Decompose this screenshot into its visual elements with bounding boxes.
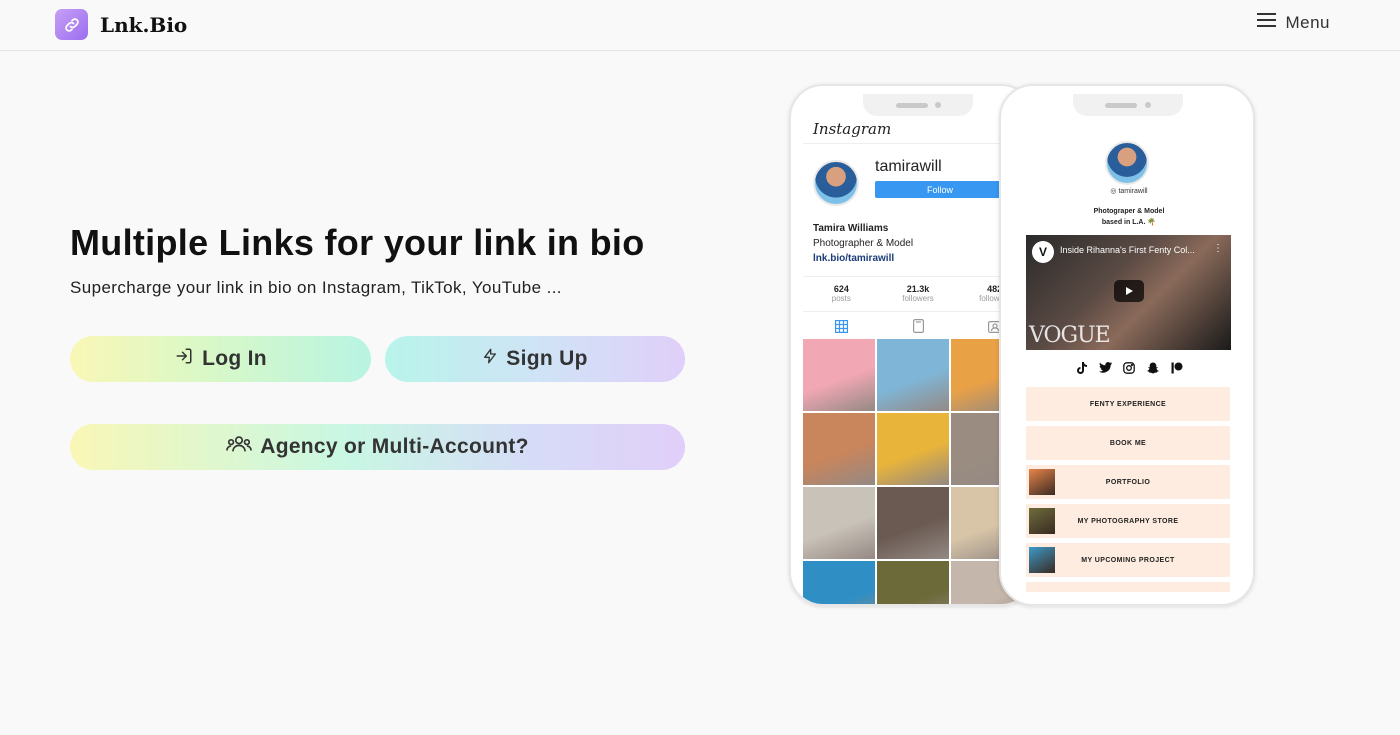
agency-multi-account-button[interactable]: Agency or Multi-Account? (70, 424, 685, 470)
ig-stat-followers: 21.3k followers (902, 284, 934, 303)
login-button[interactable]: Log In (70, 336, 371, 382)
video-embed: V Inside Rihanna's First Fenty Col... ⋮ … (1026, 235, 1231, 350)
phone-notch (863, 94, 973, 116)
menu-button[interactable]: Menu (1257, 12, 1330, 33)
grid-icon (803, 315, 880, 337)
lnkbio-link-button: FENTY EXPERIENCE (1026, 387, 1230, 421)
hero-title: Multiple Links for your link in bio (70, 222, 645, 263)
ig-grid-photo (803, 487, 875, 559)
ig-grid-photo (877, 339, 949, 411)
ig-grid-photo (803, 339, 875, 411)
ig-bio-line: Photographer & Model (813, 238, 914, 249)
link-label: MY UPCOMING PROJECT (1081, 556, 1175, 564)
lightning-bolt-icon (482, 346, 498, 372)
patreon-icon (1170, 360, 1185, 375)
ig-bio: Tamira Williams Photographer & Model lnk… (813, 221, 913, 266)
hamburger-icon (1257, 12, 1277, 33)
brand-name: Lnk.Bio (100, 12, 188, 37)
ig-grid-photo (877, 413, 949, 485)
video-title: Inside Rihanna's First Fenty Col... (1060, 245, 1195, 255)
profile-avatar (813, 160, 859, 206)
users-group-icon (226, 434, 253, 460)
instagram-icon: ◎ (1110, 188, 1117, 195)
tiktok-icon (1074, 360, 1089, 375)
play-icon (1114, 280, 1144, 302)
link-thumbnail (1029, 508, 1055, 534)
instagram-icon (1122, 360, 1137, 375)
snapchat-icon (1146, 360, 1161, 375)
hero-subtitle: Supercharge your link in bio on Instagra… (70, 278, 562, 297)
signup-label: Sign Up (506, 347, 588, 370)
signup-button[interactable]: Sign Up (385, 336, 685, 382)
link-label: PORTFOLIO (1105, 478, 1151, 486)
brand-home-link[interactable]: Lnk.Bio (55, 9, 187, 40)
tv-icon (880, 315, 957, 337)
lnkbio-avatar (1105, 141, 1149, 185)
lnkbio-bio: Photograper & Model based in L.A. 🌴 (1093, 208, 1165, 226)
lnkbio-handle: ◎ tamirawill (1110, 188, 1148, 195)
lnkbio-link-button: BOOK ME (1026, 426, 1230, 460)
ig-name: Tamira Williams (813, 223, 889, 234)
instagram-logo: Instagram (813, 120, 892, 138)
lnkbio-link-button: MY PHOTOGRAPHY STORE (1026, 504, 1230, 538)
lnkbio-link-button: MY UPCOMING PROJECT (1026, 543, 1230, 577)
ig-username: tamirawill (875, 158, 942, 175)
ig-stat-posts: 624 posts (831, 284, 851, 303)
ig-follow-button: Follow (875, 181, 1005, 198)
menu-label: Menu (1285, 12, 1330, 32)
link-label: BOOK ME (1109, 439, 1147, 447)
top-navbar: Lnk.Bio Menu (0, 0, 1400, 51)
hero-section: Multiple Links for your link in bio Supe… (70, 222, 690, 298)
vogue-channel-logo: V (1032, 241, 1054, 263)
video-brand: VOGUE (1029, 323, 1111, 348)
lnkbio-phone-mockup: ◎ tamirawill Photograper & Model based i… (999, 84, 1255, 606)
more-options-icon: ⋮ (1213, 243, 1223, 254)
link-thumbnail (1029, 469, 1055, 495)
link-label: FENTY EXPERIENCE (1089, 400, 1167, 408)
link-label: MY PHOTOGRAPHY STORE (1077, 517, 1179, 525)
ig-grid-photo (803, 561, 875, 604)
login-icon (174, 347, 194, 371)
ig-bio-link: lnk.bio/tamirawill (813, 253, 895, 264)
ig-grid-photo (803, 413, 875, 485)
twitter-icon (1098, 360, 1113, 375)
ig-grid-photo (877, 561, 949, 604)
chain-link-icon (55, 9, 88, 40)
login-label: Log In (202, 347, 267, 370)
lnkbio-link-button-partial (1026, 582, 1230, 592)
social-icons-row (1001, 360, 1253, 375)
lnkbio-link-button: PORTFOLIO (1026, 465, 1230, 499)
phone-notch (1073, 94, 1183, 116)
link-thumbnail (1029, 547, 1055, 573)
ig-grid-photo (877, 487, 949, 559)
agency-label: Agency or Multi-Account? (260, 435, 529, 458)
